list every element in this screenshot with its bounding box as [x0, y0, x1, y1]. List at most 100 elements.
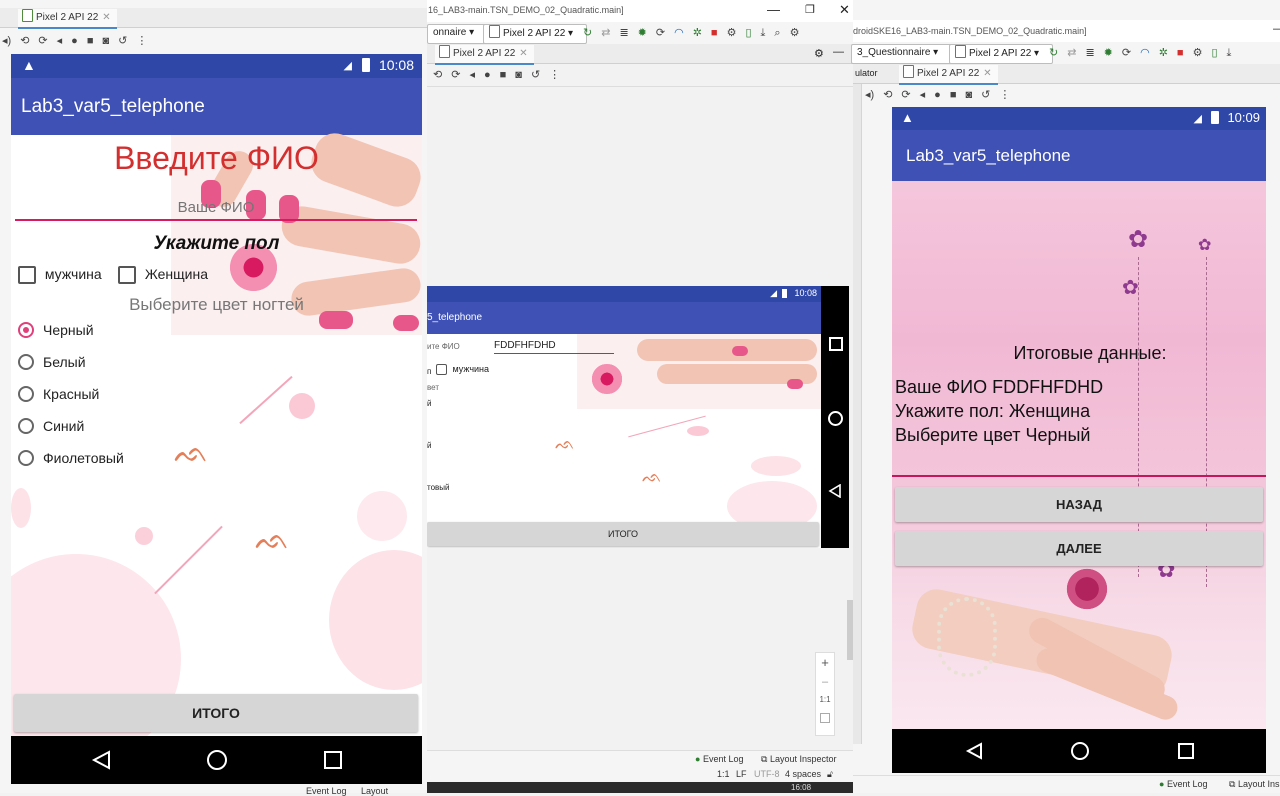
tab-middle-device[interactable]: Pixel 2 API 22 ✕: [435, 45, 534, 65]
radio-button[interactable]: [18, 354, 34, 370]
debug-icon[interactable]: ✹: [1104, 47, 1113, 59]
event-log-link[interactable]: Event Log: [306, 786, 347, 796]
radio-button[interactable]: [18, 450, 34, 466]
coverage-icon[interactable]: ⟳: [1122, 47, 1131, 59]
name-input[interactable]: [494, 338, 614, 354]
gradle-icon[interactable]: ⚙: [727, 27, 737, 39]
radio-button[interactable]: [18, 322, 34, 338]
nav-back-icon[interactable]: [828, 484, 842, 498]
nav-back-icon[interactable]: [91, 750, 111, 770]
close-window-icon[interactable]: ✕: [839, 2, 850, 18]
minimize-icon[interactable]: —: [767, 2, 780, 17]
history-icon[interactable]: ↺: [531, 69, 540, 81]
nav-overview-icon[interactable]: [1178, 743, 1194, 759]
nav-overview-icon[interactable]: [829, 337, 843, 351]
hide-icon[interactable]: —: [833, 46, 844, 58]
checkbox[interactable]: [436, 364, 447, 376]
tab-right-device[interactable]: Pixel 2 API 22 ✕: [899, 65, 998, 85]
close-icon[interactable]: ✕: [519, 48, 527, 59]
layout-link[interactable]: Layout: [361, 786, 388, 796]
overview-icon[interactable]: ■: [500, 69, 507, 81]
event-log-link[interactable]: ● Event Log: [1159, 779, 1207, 789]
history-icon[interactable]: ↺: [118, 35, 127, 47]
nav-overview-icon[interactable]: [324, 751, 342, 769]
overview-icon[interactable]: ■: [87, 35, 94, 47]
home-icon[interactable]: ●: [71, 35, 78, 47]
coverage-icon[interactable]: ⟳: [656, 27, 665, 39]
refresh-icon[interactable]: ↻: [1049, 47, 1058, 59]
attach-icon[interactable]: ✲: [1159, 47, 1168, 59]
radio-option-black[interactable]: Черный: [18, 321, 168, 341]
volume-up-icon[interactable]: ◂): [865, 89, 874, 101]
gender-option-male[interactable]: мужчина: [18, 266, 102, 285]
lock-icon[interactable]: 🔓︎: [827, 769, 833, 780]
radio-button[interactable]: [18, 386, 34, 402]
home-icon[interactable]: ●: [484, 69, 491, 81]
camera-icon[interactable]: ◙: [965, 89, 972, 101]
caret-position[interactable]: 1:1: [717, 769, 730, 779]
overview-icon[interactable]: ■: [950, 89, 957, 101]
total-button[interactable]: ИТОГО: [427, 522, 819, 546]
more-icon[interactable]: ⋮: [549, 69, 560, 81]
restore-icon[interactable]: ❐: [805, 3, 815, 16]
profile-icon[interactable]: ◠: [674, 27, 684, 39]
camera-icon[interactable]: ◙: [515, 69, 522, 81]
stop-icon[interactable]: ■: [1177, 47, 1184, 59]
search-icon[interactable]: ⌕: [774, 27, 780, 39]
camera-icon[interactable]: ◙: [102, 35, 109, 47]
gear-icon[interactable]: ⚙: [814, 47, 824, 60]
sdk-icon[interactable]: ⤓: [761, 27, 766, 39]
radio-option-red[interactable]: Красный: [18, 385, 168, 405]
back-icon[interactable]: ◂: [920, 89, 926, 101]
volume-up-icon[interactable]: ◂): [2, 35, 11, 47]
rotate-right-icon[interactable]: ⟳: [38, 35, 47, 47]
config-combo[interactable]: onnaire ▾: [427, 24, 489, 44]
rotate-left-icon[interactable]: ⟲: [883, 89, 892, 101]
tab-left-device[interactable]: Pixel 2 API 22 ✕: [18, 9, 117, 29]
checkbox[interactable]: [18, 266, 36, 285]
nav-home-icon[interactable]: [1071, 742, 1089, 760]
more-icon[interactable]: ⋮: [136, 35, 147, 47]
device-combo[interactable]: Pixel 2 API 22 ▾: [483, 24, 587, 44]
close-icon[interactable]: ✕: [983, 68, 991, 79]
zoom-in-button[interactable]: +: [816, 653, 834, 673]
apply-icon[interactable]: ⇄: [1067, 47, 1076, 59]
config-combo[interactable]: 3_Questionnaire ▾: [851, 44, 953, 64]
more-icon[interactable]: ⋮: [999, 89, 1010, 101]
name-input[interactable]: [15, 195, 417, 221]
sdk-icon[interactable]: ⤓: [1227, 47, 1232, 59]
total-button[interactable]: ИТОГО: [14, 694, 418, 732]
close-icon[interactable]: ✕: [102, 12, 110, 23]
refresh-icon[interactable]: ↻: [583, 27, 592, 39]
radio-button[interactable]: [18, 418, 34, 434]
nav-home-icon[interactable]: [828, 411, 843, 426]
line-separator[interactable]: LF: [736, 769, 747, 779]
checkbox[interactable]: [118, 266, 136, 285]
radio-option-blue[interactable]: Синий: [18, 417, 168, 437]
rotate-right-icon[interactable]: ⟳: [901, 89, 910, 101]
home-icon[interactable]: ●: [934, 89, 941, 101]
device-manager-icon[interactable]: ▯: [745, 27, 751, 39]
next-button[interactable]: ДАЛЕЕ: [895, 531, 1263, 566]
rotate-left-icon[interactable]: ⟲: [20, 35, 29, 47]
device-manager-icon[interactable]: ▯: [1211, 47, 1217, 59]
nav-home-icon[interactable]: [207, 750, 227, 770]
history-icon[interactable]: ↺: [981, 89, 990, 101]
device-combo[interactable]: Pixel 2 API 22 ▾: [949, 44, 1053, 64]
zoom-reset-button[interactable]: 1:1: [816, 691, 834, 709]
radio-option-white[interactable]: Белый: [18, 353, 168, 373]
rotate-right-icon[interactable]: ⟳: [451, 69, 460, 81]
attach-icon[interactable]: ✲: [693, 27, 702, 39]
apply-icon[interactable]: ⇄: [601, 27, 610, 39]
profile-icon[interactable]: ◠: [1140, 47, 1150, 59]
structure-icon[interactable]: ≣: [1085, 47, 1094, 59]
event-log-link[interactable]: ● Event Log: [695, 754, 743, 764]
structure-icon[interactable]: ≣: [619, 27, 628, 39]
rotate-left-icon[interactable]: ⟲: [433, 69, 442, 81]
gradle-icon[interactable]: ⚙: [1193, 47, 1203, 59]
zoom-out-button[interactable]: –: [816, 673, 834, 691]
gender-option-male[interactable]: мужчина: [436, 364, 489, 376]
layout-inspector-link[interactable]: ⧉ Layout Ins: [1229, 779, 1279, 790]
minimize-icon[interactable]: —: [1273, 23, 1280, 35]
settings-icon[interactable]: ⚙: [790, 27, 800, 39]
